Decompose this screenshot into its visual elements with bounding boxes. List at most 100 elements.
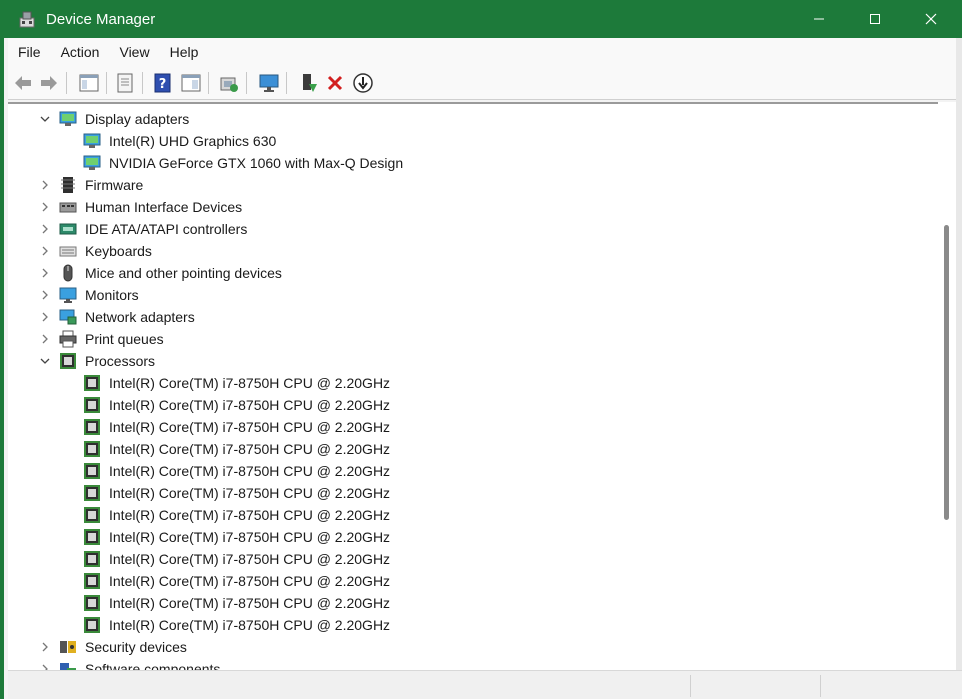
tree-device[interactable]: NVIDIA GeForce GTX 1060 with Max-Q Desig… xyxy=(8,152,928,174)
tree-device[interactable]: Intel(R) Core(TM) i7-8750H CPU @ 2.20GHz xyxy=(8,614,928,636)
tree-device[interactable]: Intel(R) Core(TM) i7-8750H CPU @ 2.20GHz xyxy=(8,504,928,526)
tree-category[interactable]: Display adapters xyxy=(8,108,928,130)
menu-view[interactable]: View xyxy=(109,38,159,66)
toolbar-separator xyxy=(142,72,143,94)
properties-button[interactable] xyxy=(114,72,136,94)
monitor-icon xyxy=(59,287,77,303)
monitor-button[interactable] xyxy=(258,72,280,94)
forward-button[interactable] xyxy=(38,72,60,94)
maximize-button[interactable] xyxy=(846,0,904,38)
back-button[interactable] xyxy=(12,72,34,94)
close-button[interactable] xyxy=(902,0,960,38)
device-manager-app-icon xyxy=(18,10,36,28)
minimize-button[interactable] xyxy=(790,0,848,38)
tree-item-label: Display adapters xyxy=(85,111,190,127)
tree-device[interactable]: Intel(R) Core(TM) i7-8750H CPU @ 2.20GHz xyxy=(8,570,928,592)
disable-device-button[interactable] xyxy=(352,72,374,94)
tree-device[interactable]: Intel(R) Core(TM) i7-8750H CPU @ 2.20GHz xyxy=(8,460,928,482)
menu-file[interactable]: File xyxy=(8,38,51,66)
keyboard-icon xyxy=(59,246,77,257)
tree-item-label: Intel(R) Core(TM) i7-8750H CPU @ 2.20GHz xyxy=(109,573,391,589)
tree-device[interactable]: Intel(R) Core(TM) i7-8750H CPU @ 2.20GHz xyxy=(8,526,928,548)
processor-icon xyxy=(84,397,100,413)
chevron-right-icon[interactable] xyxy=(39,641,51,653)
tree-device[interactable]: Intel(R) Core(TM) i7-8750H CPU @ 2.20GHz xyxy=(8,372,928,394)
update-driver-button[interactable] xyxy=(298,72,320,94)
tree-item-label: Intel(R) Core(TM) i7-8750H CPU @ 2.20GHz xyxy=(109,595,391,611)
tree-item-label: Intel(R) UHD Graphics 630 xyxy=(109,133,277,149)
mouse-icon xyxy=(63,264,73,282)
processor-icon xyxy=(60,353,76,369)
tree-item-label: Intel(R) Core(TM) i7-8750H CPU @ 2.20GHz xyxy=(109,551,391,567)
chevron-right-icon[interactable] xyxy=(39,201,51,213)
toolbar-separator xyxy=(208,72,209,94)
tree-category[interactable]: Print queues xyxy=(8,328,928,350)
tree-device[interactable]: Intel(R) Core(TM) i7-8750H CPU @ 2.20GHz xyxy=(8,548,928,570)
action-pane-icon xyxy=(181,74,201,92)
tree-device[interactable]: Intel(R) Core(TM) i7-8750H CPU @ 2.20GHz xyxy=(8,482,928,504)
status-divider xyxy=(820,675,821,697)
scan-hardware-button[interactable] xyxy=(218,72,240,94)
uninstall-device-button[interactable] xyxy=(324,72,346,94)
show-hide-console-tree-button[interactable] xyxy=(78,72,100,94)
tree-item-label: Intel(R) Core(TM) i7-8750H CPU @ 2.20GHz xyxy=(109,617,391,633)
chevron-right-icon[interactable] xyxy=(39,289,51,301)
tree-device[interactable]: Intel(R) UHD Graphics 630 xyxy=(8,130,928,152)
tree-device[interactable]: Intel(R) Core(TM) i7-8750H CPU @ 2.20GHz xyxy=(8,438,928,460)
tree-item-label: Monitors xyxy=(85,287,139,303)
processor-icon xyxy=(84,419,100,435)
toolbar: ? xyxy=(8,66,962,100)
tree-category[interactable]: Monitors xyxy=(8,284,928,306)
ide-controller-icon xyxy=(59,223,77,235)
chevron-down-icon[interactable] xyxy=(39,355,51,367)
vertical-scrollbar[interactable] xyxy=(938,102,956,670)
toolbar-separator xyxy=(246,72,247,94)
tree-category[interactable]: IDE ATA/ATAPI controllers xyxy=(8,218,928,240)
tree-item-label: Intel(R) Core(TM) i7-8750H CPU @ 2.20GHz xyxy=(109,375,391,391)
chevron-right-icon[interactable] xyxy=(39,179,51,191)
window-title: Device Manager xyxy=(46,10,156,28)
tree-item-label: Intel(R) Core(TM) i7-8750H CPU @ 2.20GHz xyxy=(109,463,391,479)
help-button[interactable]: ? xyxy=(152,72,174,94)
back-icon xyxy=(15,76,31,90)
chevron-right-icon[interactable] xyxy=(39,311,51,323)
chevron-right-icon[interactable] xyxy=(39,223,51,235)
tree-category[interactable]: Mice and other pointing devices xyxy=(8,262,928,284)
action-pane-button[interactable] xyxy=(180,72,202,94)
tree-device[interactable]: Intel(R) Core(TM) i7-8750H CPU @ 2.20GHz xyxy=(8,416,928,438)
tree-category[interactable]: Software components xyxy=(8,658,928,670)
toolbar-separator xyxy=(66,72,67,94)
chevron-right-icon[interactable] xyxy=(39,333,51,345)
processor-icon xyxy=(84,375,100,391)
menu-action[interactable]: Action xyxy=(51,38,110,66)
display-adapter-icon xyxy=(83,155,101,170)
tree-device[interactable]: Intel(R) Core(TM) i7-8750H CPU @ 2.20GHz xyxy=(8,394,928,416)
tree-category[interactable]: Human Interface Devices xyxy=(8,196,928,218)
tree-category[interactable]: Keyboards xyxy=(8,240,928,262)
chevron-right-icon[interactable] xyxy=(39,663,51,670)
toolbar-separator xyxy=(106,72,107,94)
uninstall-device-icon xyxy=(327,75,343,91)
tree-category[interactable]: Firmware xyxy=(8,174,928,196)
tree-device[interactable]: Intel(R) Core(TM) i7-8750H CPU @ 2.20GHz xyxy=(8,592,928,614)
status-divider xyxy=(690,675,691,697)
chevron-right-icon[interactable] xyxy=(39,245,51,257)
tree-category[interactable]: Processors xyxy=(8,350,928,372)
tree-item-label: Intel(R) Core(TM) i7-8750H CPU @ 2.20GHz xyxy=(109,397,391,413)
chevron-right-icon[interactable] xyxy=(39,267,51,279)
tree-item-label: Intel(R) Core(TM) i7-8750H CPU @ 2.20GHz xyxy=(109,441,391,457)
processor-icon xyxy=(84,529,100,545)
chevron-down-icon[interactable] xyxy=(39,113,51,125)
tree-item-label: Intel(R) Core(TM) i7-8750H CPU @ 2.20GHz xyxy=(109,485,391,501)
disable-device-icon xyxy=(353,73,373,93)
tree-item-label: Network adapters xyxy=(85,309,195,325)
scrollbar-thumb[interactable] xyxy=(944,225,949,520)
menu-help[interactable]: Help xyxy=(160,38,209,66)
tree-item-label: IDE ATA/ATAPI controllers xyxy=(85,221,248,237)
tree-category[interactable]: Security devices xyxy=(8,636,928,658)
title-bar[interactable]: Device Manager xyxy=(4,0,962,38)
close-icon xyxy=(925,13,937,25)
tree-category[interactable]: Network adapters xyxy=(8,306,928,328)
device-tree[interactable]: Display adapters Intel(R) UHD Graphics 63… xyxy=(8,102,938,670)
software-component-icon xyxy=(60,663,76,670)
